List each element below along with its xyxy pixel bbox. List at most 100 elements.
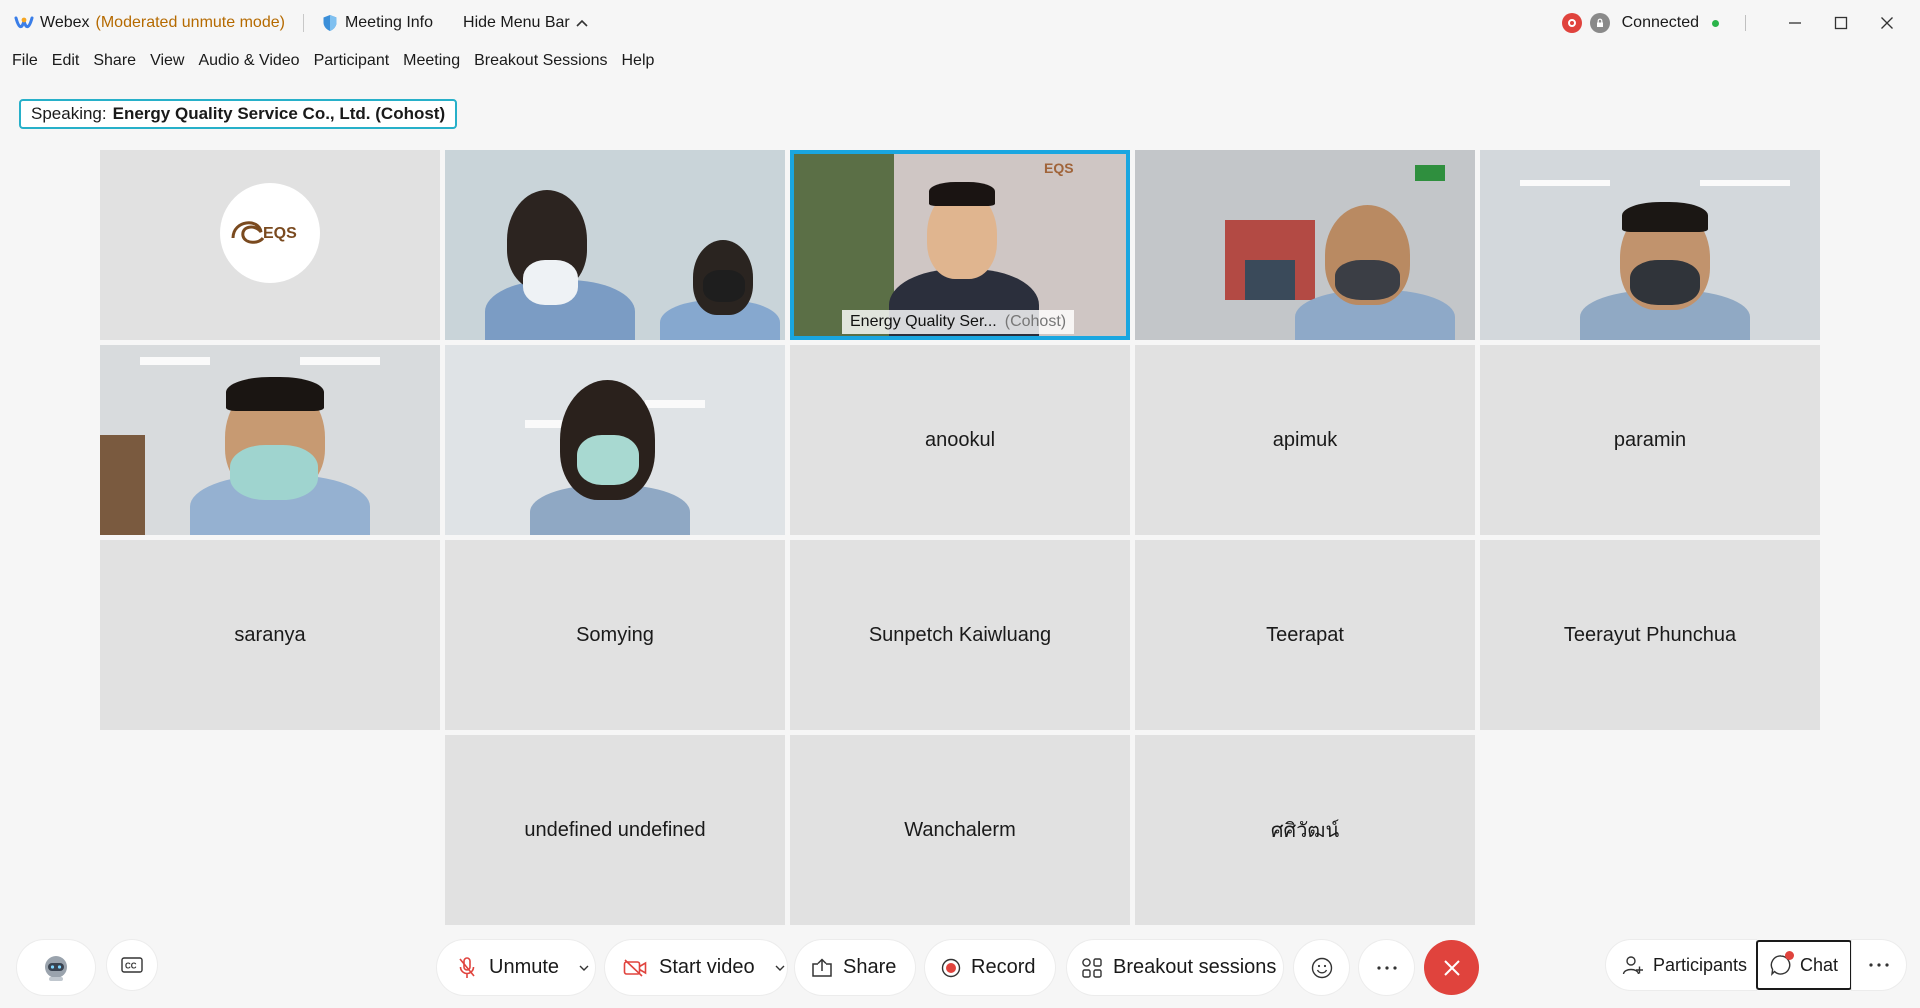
minimize-icon (1789, 22, 1801, 24)
menu-meeting[interactable]: Meeting (403, 52, 460, 70)
participant-tile-undefined-undefined[interactable]: undefined undefined (445, 735, 785, 925)
close-icon (1443, 959, 1460, 976)
connected-indicator-icon (1712, 19, 1719, 27)
unmute-label: Unmute (489, 956, 560, 978)
maximize-button[interactable] (1818, 0, 1864, 46)
participant-name: Teerapat (1266, 623, 1344, 646)
menu-audio-video[interactable]: Audio & Video (198, 52, 299, 70)
participant-name: paramin (1613, 428, 1687, 451)
reactions-button[interactable] (1294, 940, 1349, 995)
start-video-button[interactable]: Start video (605, 940, 787, 995)
closed-captions-button[interactable]: CC (107, 940, 157, 990)
menu-participant[interactable]: Participant (314, 52, 390, 70)
recording-status-icon[interactable] (1561, 13, 1582, 33)
title-separator (302, 14, 304, 32)
shield-icon (323, 15, 337, 31)
participants-button[interactable]: Participants (1606, 940, 1756, 990)
chat-label: Chat (1800, 954, 1839, 975)
svg-text:EQS: EQS (263, 225, 297, 242)
participant-tile-anookul[interactable]: anookul (790, 345, 1130, 535)
minimize-button[interactable] (1772, 0, 1818, 46)
menu-file[interactable]: File (12, 52, 38, 70)
menu-share[interactable]: Share (93, 52, 136, 70)
chat-button[interactable]: Chat (1756, 940, 1852, 990)
close-window-button[interactable] (1864, 0, 1910, 46)
smiley-icon (1311, 957, 1332, 978)
participant-name: saranya (234, 623, 306, 646)
window-controls-separator (1745, 15, 1746, 31)
active-speaker-name-overlay: Energy Quality Ser... (Cohost) (842, 310, 1075, 334)
menu-view[interactable]: View (150, 52, 184, 70)
participant-tile-active-speaker[interactable]: EQS Energy Quality Ser... (Cohost) (790, 150, 1130, 340)
maximize-icon (1834, 16, 1848, 30)
participant-name: Wanchalerm (904, 818, 1016, 841)
active-speaker-role: (Cohost) (1004, 313, 1067, 330)
unread-chat-badge (1785, 951, 1794, 960)
share-label: Share (843, 956, 897, 978)
participant-tile-video-2[interactable] (445, 150, 785, 340)
participant-tile-video-7[interactable] (445, 345, 785, 535)
hide-menu-bar-label: Hide Menu Bar (463, 14, 570, 31)
participants-icon (1622, 955, 1644, 975)
eqs-watermark-icon: EQS (1044, 160, 1074, 176)
menu-help[interactable]: Help (622, 52, 655, 70)
participant-tile-video-4[interactable] (1135, 150, 1475, 340)
participant-name: Sunpetch Kaiwluang (868, 623, 1052, 646)
video-off-icon (623, 958, 647, 977)
svg-text:CC: CC (125, 962, 137, 971)
microphone-muted-icon (457, 956, 477, 980)
participant-tile-teerayut-phunchua[interactable]: Teerayut Phunchua (1480, 540, 1820, 730)
participant-tile-video-6[interactable] (100, 345, 440, 535)
active-speaker-name: Energy Quality Ser... (850, 313, 997, 330)
participant-name: Teerayut Phunchua (1563, 623, 1737, 646)
panel-more-options-button[interactable] (1852, 940, 1906, 990)
participant-tile-sunpetch-kaiwluang[interactable]: Sunpetch Kaiwluang (790, 540, 1130, 730)
breakout-sessions-icon (1081, 957, 1103, 979)
eqs-logo-icon: EQS (220, 183, 320, 283)
chevron-up-icon (576, 19, 588, 27)
menu-edit[interactable]: Edit (52, 52, 80, 70)
more-horizontal-icon (1869, 963, 1889, 967)
hide-menu-bar-button[interactable]: Hide Menu Bar (463, 14, 588, 32)
start-video-label: Start video (659, 956, 755, 978)
ai-assistant-button[interactable] (17, 940, 95, 995)
exit-sign-icon (1415, 165, 1445, 181)
meeting-info-button[interactable]: Meeting Info (322, 14, 433, 32)
encryption-lock-icon[interactable] (1589, 13, 1610, 33)
more-options-button[interactable] (1359, 940, 1414, 995)
audio-options-chevron-icon[interactable] (579, 965, 589, 971)
participant-name: anookul (924, 428, 996, 451)
speaking-name: Energy Quality Service Co., Ltd. (Cohost… (112, 104, 446, 123)
record-button[interactable]: Record (925, 940, 1055, 995)
more-horizontal-icon (1376, 965, 1397, 970)
unmute-mode-label: (Moderated unmute mode) (95, 14, 285, 31)
participant-tile-somying[interactable]: Somying (445, 540, 785, 730)
meeting-info-label: Meeting Info (344, 14, 434, 31)
record-icon (941, 958, 961, 978)
participant-name: apimuk (1272, 428, 1338, 451)
participant-tile-video-5[interactable] (1480, 150, 1820, 340)
participant-tile-apimuk[interactable]: apimuk (1135, 345, 1475, 535)
share-button[interactable]: Share (795, 940, 915, 995)
menu-bar: File Edit Share View Audio & Video Parti… (0, 46, 668, 76)
menu-breakout-sessions[interactable]: Breakout Sessions (474, 52, 607, 70)
participant-tile-saranya[interactable]: saranya (100, 540, 440, 730)
participant-tile-teerapat[interactable]: Teerapat (1135, 540, 1475, 730)
ai-assistant-icon (45, 955, 67, 981)
participant-tile-wanchalerm[interactable]: Wanchalerm (790, 735, 1130, 925)
leave-meeting-button[interactable] (1424, 940, 1479, 995)
participant-tile-thai-name[interactable]: ศศิวัฒน์ (1135, 735, 1475, 925)
record-label: Record (971, 956, 1036, 978)
active-speaker-label: Speaking: Energy Quality Service Co., Lt… (19, 99, 458, 129)
title-bar: Webex (Moderated unmute mode) Meeting In… (0, 0, 1920, 46)
chat-icon (1770, 951, 1794, 976)
participant-tile-eqs-logo[interactable]: EQS (100, 150, 440, 340)
participant-name: Somying (576, 623, 654, 646)
video-options-chevron-icon[interactable] (775, 965, 785, 971)
breakout-sessions-button[interactable]: Breakout sessions (1067, 940, 1283, 995)
share-screen-icon (811, 957, 833, 978)
close-icon (1881, 17, 1893, 29)
participant-tile-paramin[interactable]: paramin (1480, 345, 1820, 535)
closed-captions-icon: CC (121, 957, 143, 973)
unmute-button[interactable]: Unmute (437, 940, 595, 995)
